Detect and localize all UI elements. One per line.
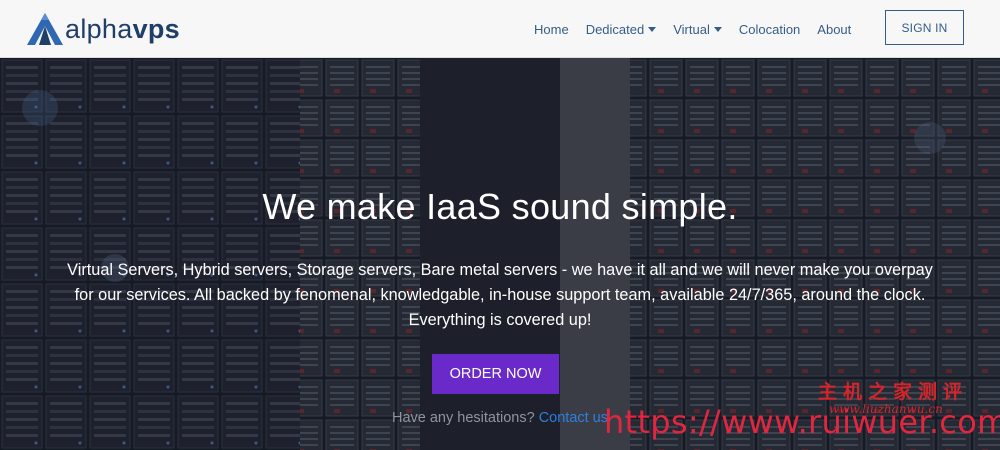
main-nav: Home Dedicated Virtual Colocation About: [534, 0, 868, 58]
caret-down-icon: [648, 26, 657, 32]
watermark-url: https://www.ruiwuer.com: [604, 403, 1000, 441]
nav-about[interactable]: About: [817, 22, 851, 37]
logo-mark-icon: [27, 13, 63, 45]
nav-colocation-label: Colocation: [738, 21, 801, 37]
hero-description-line: Everything is covered up!: [408, 311, 592, 329]
caret-down-icon: [713, 26, 722, 32]
nav-about-label: About: [817, 21, 852, 37]
logo-text: alphavps: [65, 13, 181, 44]
watermark-chinese: 主机之家测评: [818, 381, 969, 403]
nav-dedicated[interactable]: Dedicated: [586, 22, 657, 37]
hero-description: Virtual Servers, Hybrid servers, Storage…: [20, 258, 980, 333]
hesitation-text: Have any hesitations?: [391, 410, 535, 426]
nav-virtual-label: Virtual: [673, 21, 710, 37]
contact-us-link[interactable]: Contact us: [539, 410, 608, 426]
hero-description-line: for our services. All backed by fenomena…: [74, 286, 926, 304]
hero-section: We make IaaS sound simple. Virtual Serve…: [0, 58, 1000, 450]
nav-dedicated-label: Dedicated: [585, 21, 645, 37]
nav-colocation[interactable]: Colocation: [739, 22, 800, 37]
hero-title: We make IaaS sound simple.: [262, 186, 738, 227]
order-now-button[interactable]: ORDER NOW: [432, 354, 559, 394]
alphavps-logo[interactable]: alphavps: [26, 10, 180, 48]
nav-home-label: Home: [534, 21, 569, 37]
top-navbar: alphavps Home Dedicated Virtual Colocati…: [0, 0, 1000, 58]
hero-description-line: Virtual Servers, Hybrid servers, Storage…: [67, 261, 933, 279]
nav-virtual[interactable]: Virtual: [673, 22, 722, 37]
nav-home[interactable]: Home: [534, 22, 569, 37]
sign-in-button[interactable]: SIGN IN: [885, 10, 964, 45]
